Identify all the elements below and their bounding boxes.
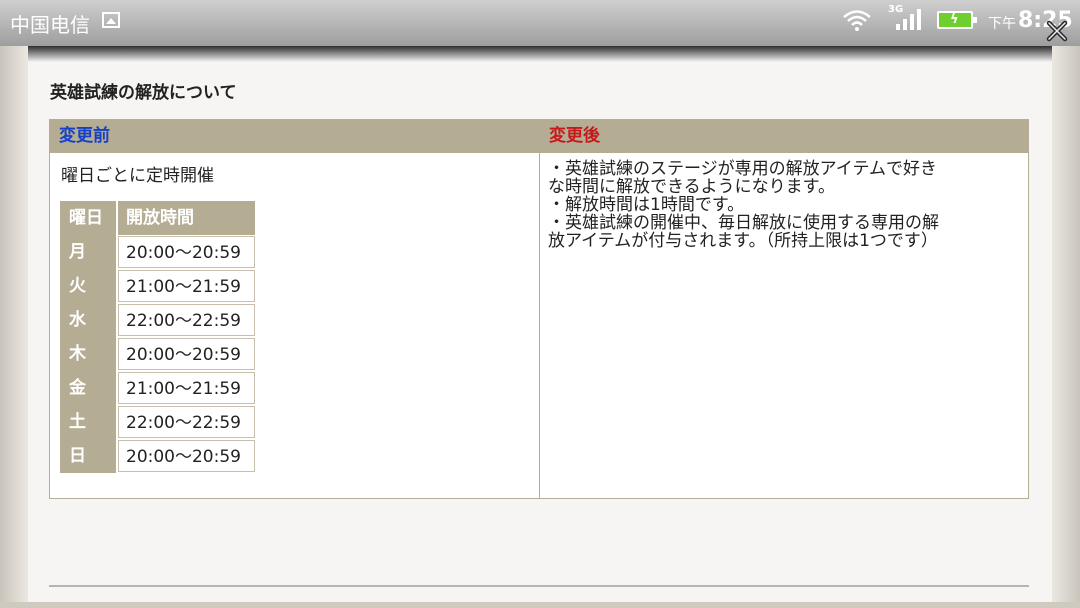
schedule-time: 22:00～22:59 (118, 406, 255, 438)
schedule-day: 火 (60, 269, 116, 303)
after-line: ・英雄試練のステージが専用の解放アイテムで好き (548, 159, 937, 179)
column-divider (539, 120, 540, 498)
status-bar: 中国电信 3G ϟ 下午 8:25 (0, 0, 1080, 46)
frame-left-border (0, 46, 28, 608)
schedule-time: 21:00～21:59 (118, 270, 255, 302)
schedule-day: 水 (60, 303, 116, 337)
clock-period: 下午 (988, 16, 1016, 32)
before-header: 変更前 (50, 120, 539, 153)
schedule-day: 月 (60, 235, 116, 269)
schedule-header-day: 曜日 (60, 201, 116, 235)
after-description: ・英雄試練のステージが専用の解放アイテムで好き な時間に解放できるようになります… (548, 160, 1018, 250)
after-line: ・解放時間は1時間です。 (548, 195, 745, 215)
schedule-time: 20:00～20:59 (118, 236, 255, 268)
schedule-day: 土 (60, 405, 116, 439)
after-line: 放アイテムが付与されます。（所持上限は1つです） (548, 231, 938, 251)
carrier-name: 中国电信 (10, 13, 90, 37)
before-description: 曜日ごとに定時開催 (61, 166, 214, 186)
bottom-divider (49, 585, 1029, 587)
after-header: 変更後 (540, 120, 1028, 153)
signal-strength-icon (896, 9, 921, 30)
image-notification-icon (102, 12, 120, 28)
after-line: ・英雄試練の開催中、毎日解放に使用する専用の解 (548, 213, 939, 233)
frame-right-border (1052, 46, 1080, 608)
schedule-time: 22:00～22:59 (118, 304, 255, 336)
schedule-time: 21:00～21:59 (118, 372, 255, 404)
battery-charging-icon: ϟ (937, 11, 977, 29)
wifi-icon (843, 10, 871, 31)
page-title: 英雄試練の解放について (50, 83, 237, 103)
frame-top-border (28, 46, 1052, 62)
schedule-time: 20:00～20:59 (118, 440, 255, 472)
schedule-day: 木 (60, 337, 116, 371)
schedule-day: 日 (60, 439, 116, 473)
close-icon[interactable] (1044, 20, 1070, 42)
comparison-table: 変更前 変更後 曜日ごとに定時開催 曜日 開放時間 月 20:00～20:59 … (49, 119, 1029, 499)
after-line: な時間に解放できるようになります。 (548, 177, 835, 197)
schedule-header-time: 開放時間 (118, 201, 255, 235)
frame-bottom-border (0, 602, 1080, 608)
schedule-time: 20:00～20:59 (118, 338, 255, 370)
schedule-day: 金 (60, 371, 116, 405)
